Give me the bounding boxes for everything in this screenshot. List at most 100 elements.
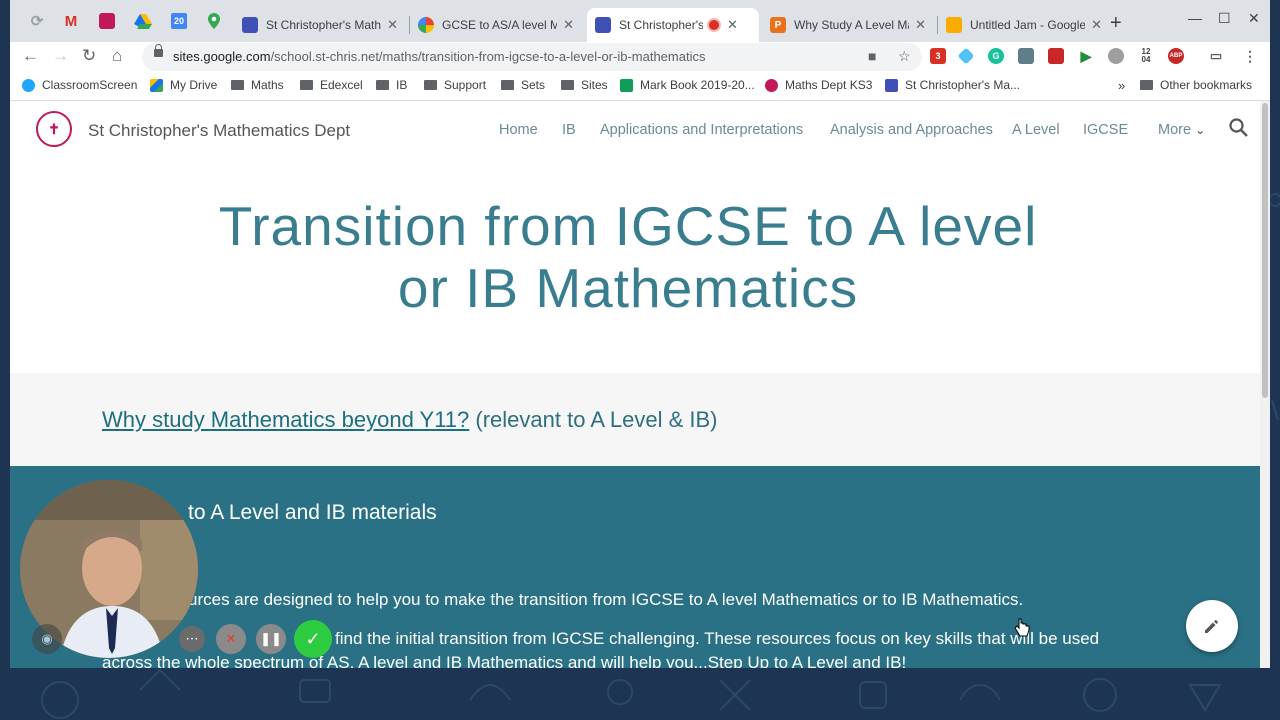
bookmark-classroomscreen[interactable]: ClassroomScreen bbox=[22, 78, 137, 92]
calendar-icon[interactable]: 20 bbox=[168, 10, 190, 32]
back-icon[interactable]: ← bbox=[22, 46, 39, 66]
mail-extension-icon[interactable]: 3 bbox=[930, 48, 946, 64]
chevron-down-icon: ⌄ bbox=[1195, 123, 1206, 137]
recorder-finish-button[interactable]: ✓ bbox=[294, 620, 332, 658]
cast-icon[interactable]: ▭ bbox=[1208, 48, 1224, 64]
nav-home[interactable]: Home bbox=[499, 122, 538, 138]
bookmark-star-icon[interactable]: ☆ bbox=[898, 48, 911, 65]
address-bar[interactable]: sites.google.com/school.st-chris.net/mat… bbox=[142, 43, 922, 71]
recorder-more-button[interactable]: ⋯ bbox=[179, 626, 205, 652]
powerpoint-favicon-icon: P bbox=[770, 17, 786, 33]
close-window-button[interactable]: ✕ bbox=[1248, 10, 1260, 27]
adblock-label: ABP bbox=[1169, 53, 1183, 59]
grammarly-icon[interactable]: G bbox=[988, 48, 1004, 64]
edit-page-button[interactable] bbox=[1186, 600, 1238, 652]
gmail-icon[interactable]: M bbox=[60, 10, 82, 32]
adblock-icon[interactable]: ABP bbox=[1168, 48, 1184, 64]
tab-gcse-to-as[interactable]: GCSE to AS/A level Maths ✕ bbox=[410, 8, 582, 42]
new-tab-button[interactable]: + bbox=[1110, 12, 1122, 35]
nav-a-level[interactable]: A Level bbox=[1012, 122, 1060, 138]
contacts-icon[interactable] bbox=[96, 10, 118, 32]
slides-favicon-icon bbox=[418, 17, 434, 33]
bookmark-folder-maths[interactable]: Maths bbox=[231, 78, 284, 92]
calendar-day: 20 bbox=[171, 13, 187, 29]
folder-icon bbox=[561, 80, 574, 90]
folder-icon bbox=[376, 80, 389, 90]
nav-ib[interactable]: IB bbox=[562, 122, 576, 138]
nav-igcse[interactable]: IGCSE bbox=[1083, 122, 1128, 138]
recording-indicator-icon bbox=[707, 18, 721, 32]
why-study-link[interactable]: Why study Mathematics beyond Y11? bbox=[102, 407, 469, 432]
bookmark-st-christophers[interactable]: St Christopher's Ma... bbox=[885, 78, 1020, 92]
clock-extension-icon[interactable]: 12 04 bbox=[1138, 48, 1154, 64]
screen-recorder-icon[interactable] bbox=[1108, 48, 1124, 64]
close-tab-icon[interactable]: ✕ bbox=[387, 17, 398, 33]
minimize-button[interactable]: — bbox=[1188, 10, 1202, 26]
jamboard-favicon-icon bbox=[946, 17, 962, 33]
diamond-extension-icon[interactable] bbox=[957, 47, 975, 65]
bookmark-maths-dept-ks3[interactable]: Maths Dept KS3 bbox=[765, 78, 872, 92]
play-extension-icon[interactable]: ▶ bbox=[1078, 48, 1094, 64]
nav-applications-and-interpretations[interactable]: Applications and Interpretations bbox=[600, 122, 803, 138]
home-icon[interactable]: ⌂ bbox=[112, 46, 122, 66]
reload-icon[interactable]: ↻ bbox=[82, 46, 96, 66]
close-tab-icon[interactable]: ✕ bbox=[727, 17, 738, 33]
bookmark-folder-sets[interactable]: Sets bbox=[501, 78, 545, 92]
school-logo[interactable]: ✝ bbox=[36, 111, 72, 147]
bookmark-label: Maths Dept KS3 bbox=[785, 78, 873, 92]
bookmark-label: Other bookmarks bbox=[1160, 78, 1253, 92]
bookmark-my-drive[interactable]: My Drive bbox=[150, 78, 217, 92]
bookmark-label: Maths bbox=[251, 78, 284, 92]
bookmark-label: IB bbox=[396, 78, 408, 92]
folder-icon bbox=[231, 80, 244, 90]
url-text[interactable]: sites.google.com/school.st-chris.net/mat… bbox=[173, 49, 705, 64]
nav-more[interactable]: More ⌄ bbox=[1158, 122, 1205, 138]
forward-icon[interactable]: → bbox=[52, 46, 69, 66]
recorder-pause-button[interactable]: ❚❚ bbox=[256, 624, 286, 654]
tab-st-christophers-1[interactable]: St Christopher's Mathematics Dept ✕ bbox=[234, 8, 406, 42]
refresh-icon[interactable]: ⟳ bbox=[26, 10, 48, 32]
menu-kebab-icon[interactable]: ⋮ bbox=[1242, 48, 1258, 64]
tab-jamboard[interactable]: Untitled Jam - Google Jamboard ✕ bbox=[938, 8, 1110, 42]
url-path: /school.st-chris.net/maths/transition-fr… bbox=[270, 49, 706, 64]
scrollbar-thumb[interactable] bbox=[1262, 103, 1268, 398]
materials-paragraph-3: across the whole spectrum of AS, A level… bbox=[102, 653, 907, 668]
bookmark-other-bookmarks[interactable]: Other bookmarks bbox=[1140, 78, 1252, 92]
camera-icon[interactable]: ■ bbox=[868, 48, 876, 64]
bookmark-folder-sites[interactable]: Sites bbox=[561, 78, 608, 92]
tab-why-study[interactable]: P Why Study A Level Maths ✕ bbox=[762, 8, 934, 42]
pdf-extension-icon[interactable] bbox=[1048, 48, 1064, 64]
search-icon[interactable] bbox=[1228, 117, 1250, 139]
close-tab-icon[interactable]: ✕ bbox=[915, 17, 926, 33]
recorder-cancel-button[interactable]: ✕ bbox=[216, 624, 246, 654]
page-scrollbar[interactable] bbox=[1260, 101, 1270, 668]
bookmark-folder-support[interactable]: Support bbox=[424, 78, 486, 92]
bookmarks-bar: ClassroomScreen My Drive Maths Edexcel I… bbox=[10, 72, 1270, 101]
close-tab-icon[interactable]: ✕ bbox=[1091, 17, 1102, 33]
nav-analysis-and-approaches[interactable]: Analysis and Approaches bbox=[830, 122, 993, 138]
folder-icon bbox=[424, 80, 437, 90]
why-study-section: Why study Mathematics beyond Y11? (relev… bbox=[10, 373, 1260, 466]
tab-st-christophers-active[interactable]: St Christopher's Mathematics Dept ✕ bbox=[587, 8, 759, 42]
folder-icon bbox=[501, 80, 514, 90]
why-study-note: (relevant to A Level & IB) bbox=[469, 407, 718, 432]
close-tab-icon[interactable]: ✕ bbox=[563, 17, 574, 33]
classroomscreen-icon bbox=[22, 78, 35, 92]
hero-section: Transition from IGCSE to A level or IB Ma… bbox=[10, 161, 1260, 373]
puzzle-extension-icon[interactable] bbox=[1018, 48, 1034, 64]
bookmark-folder-ib[interactable]: IB bbox=[376, 78, 407, 92]
sheets-icon bbox=[620, 78, 633, 92]
bookmark-mark-book[interactable]: Mark Book 2019-20... bbox=[620, 78, 755, 92]
drive-icon[interactable] bbox=[132, 10, 154, 32]
maximize-button[interactable]: ☐ bbox=[1218, 10, 1231, 27]
drive-icon bbox=[150, 78, 163, 92]
recorder-info-icon[interactable]: ◉ bbox=[32, 624, 62, 654]
sites-icon bbox=[885, 78, 898, 92]
site-title[interactable]: St Christopher's Mathematics Dept bbox=[88, 121, 350, 141]
bookmark-label: St Christopher's Ma... bbox=[905, 78, 1020, 92]
bookmark-folder-edexcel[interactable]: Edexcel bbox=[300, 78, 363, 92]
tab-title: St Christopher's Mathematics Dept bbox=[266, 18, 382, 32]
materials-paragraph-2: find the initial transition from IGCSE c… bbox=[335, 629, 1100, 648]
maps-icon[interactable] bbox=[203, 10, 225, 32]
bookmarks-overflow-button[interactable]: » bbox=[1118, 78, 1125, 93]
